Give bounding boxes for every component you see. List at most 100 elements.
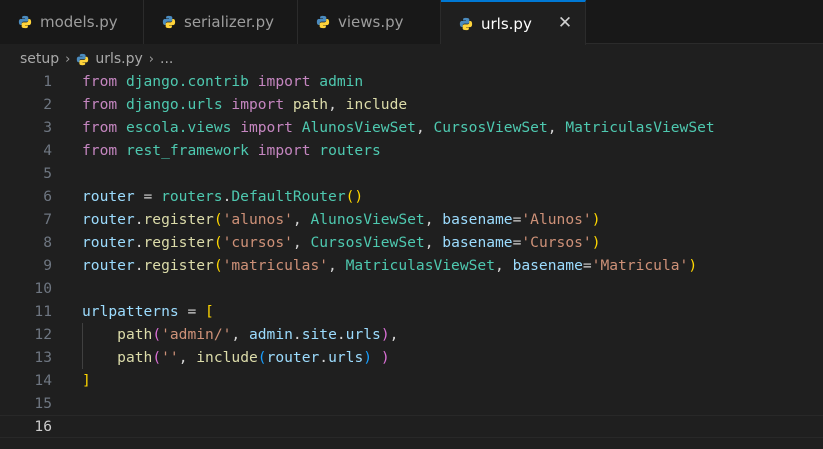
tab-label: serializer.py xyxy=(184,13,274,31)
breadcrumb-symbols[interactable]: ... xyxy=(160,51,173,67)
code-token: , xyxy=(292,211,311,228)
tab-views[interactable]: views.py xyxy=(298,0,441,44)
code-token: ( xyxy=(213,234,223,251)
code-line[interactable]: 6 router = routers.DefaultRouter() xyxy=(0,185,823,208)
code-token: basename xyxy=(442,234,513,251)
line-number: 10 xyxy=(34,280,52,297)
code-text: urlpatterns = [ xyxy=(82,303,214,320)
code-token: ] xyxy=(82,372,91,389)
code-token: include xyxy=(196,349,258,366)
code-line[interactable]: 15 xyxy=(0,392,823,415)
code-editor[interactable]: 1 from django.contrib import admin 2 from d… xyxy=(0,70,823,449)
code-token: import xyxy=(257,142,311,159)
editor-tab-bar: models.py serializer.py views.py urls.py… xyxy=(0,0,823,45)
code-token: import xyxy=(240,119,293,136)
code-line[interactable]: 9 router.register('matriculas', Matricula… xyxy=(0,254,823,277)
code-token: include xyxy=(345,96,408,113)
code-line[interactable]: 8 router.register('cursos', CursosViewSet… xyxy=(0,231,823,254)
code-token: path xyxy=(117,326,153,343)
line-number: 5 xyxy=(43,165,52,182)
code-token: , xyxy=(389,326,399,343)
breadcrumb-folder[interactable]: setup xyxy=(20,51,59,67)
code-line[interactable]: 10 xyxy=(0,277,823,300)
code-line[interactable]: 13 path('', include(router.urls) ) xyxy=(0,346,823,369)
line-number: 1 xyxy=(43,73,52,90)
code-token: . xyxy=(134,257,144,274)
code-token: router xyxy=(82,257,135,274)
code-token: from xyxy=(82,73,118,90)
code-text: router = routers.DefaultRouter() xyxy=(82,188,363,205)
code-token: 'Cursos' xyxy=(521,234,592,251)
code-token: , xyxy=(424,211,443,228)
tab-urls[interactable]: urls.py ✕ xyxy=(441,0,586,45)
breadcrumb-file[interactable]: urls.py xyxy=(95,51,142,67)
code-token: ( xyxy=(152,326,162,343)
code-token: , xyxy=(495,257,513,274)
python-icon xyxy=(459,17,473,31)
code-text: router.register('cursos', CursosViewSet,… xyxy=(82,234,600,251)
code-line[interactable]: 4 from rest_framework import routers xyxy=(0,139,823,162)
code-line[interactable]: 1 from django.contrib import admin xyxy=(0,70,823,93)
indent-guide xyxy=(82,323,83,369)
code-text: ] xyxy=(82,372,91,389)
tab-models[interactable]: models.py xyxy=(0,0,144,44)
code-token: router xyxy=(266,349,320,366)
code-line[interactable]: 12 path('admin/', admin.site.urls), xyxy=(0,323,823,346)
line-number: 16 xyxy=(34,418,52,435)
code-token: 'alunos' xyxy=(222,211,293,228)
code-token: ) xyxy=(363,349,373,366)
code-line[interactable]: 5 xyxy=(0,162,823,185)
code-line[interactable]: 7 router.register('alunos', AlunosViewSet… xyxy=(0,208,823,231)
code-token: import xyxy=(231,96,285,113)
code-token: , xyxy=(424,234,443,251)
chevron-right-icon: › xyxy=(65,51,71,67)
tab-label: urls.py xyxy=(481,14,532,33)
tab-serializer[interactable]: serializer.py xyxy=(144,0,298,44)
code-token: ) xyxy=(591,234,601,251)
code-token: from xyxy=(82,142,118,159)
code-line[interactable]: 14] xyxy=(0,369,823,392)
line-number: 15 xyxy=(34,395,52,412)
code-token: ( xyxy=(213,257,223,274)
code-token: urls xyxy=(345,326,381,343)
code-token: 'matriculas' xyxy=(222,257,329,274)
code-line[interactable]: 3 from escola.views import AlunosViewSet,… xyxy=(0,116,823,139)
code-token: path xyxy=(292,96,329,113)
code-token: ) xyxy=(380,349,390,366)
code-token: CursosViewSet xyxy=(433,119,548,136)
line-number: 9 xyxy=(43,257,52,274)
code-token: '' xyxy=(161,349,179,366)
line-number: 14 xyxy=(34,372,52,389)
code-text: router.register('matriculas', Matriculas… xyxy=(82,257,697,274)
breadcrumb: setup › urls.py › ... xyxy=(0,46,823,72)
code-line[interactable]: 2 from django.urls import path, include xyxy=(0,93,823,116)
code-text: from django.urls import path, include xyxy=(82,96,407,113)
code-token: AlunosViewSet xyxy=(301,119,416,136)
code-token: router xyxy=(82,234,135,251)
close-icon[interactable]: ✕ xyxy=(557,13,573,33)
code-token: 'admin/' xyxy=(161,326,232,343)
code-line[interactable]: 11 urlpatterns = [ xyxy=(0,300,823,323)
code-text: path('admin/', admin.site.urls), xyxy=(82,326,398,343)
code-token: register xyxy=(143,234,214,251)
code-text: from escola.views import AlunosViewSet, … xyxy=(82,119,715,136)
code-token: 'Alunos' xyxy=(521,211,592,228)
code-token: routers xyxy=(319,142,381,159)
code-token: 'cursos' xyxy=(222,234,293,251)
code-text: router.register('alunos', AlunosViewSet,… xyxy=(82,211,600,228)
line-number: 11 xyxy=(34,303,52,320)
code-line[interactable]: 16 xyxy=(0,415,823,438)
code-token: [ xyxy=(205,303,214,320)
code-token: , xyxy=(328,257,346,274)
